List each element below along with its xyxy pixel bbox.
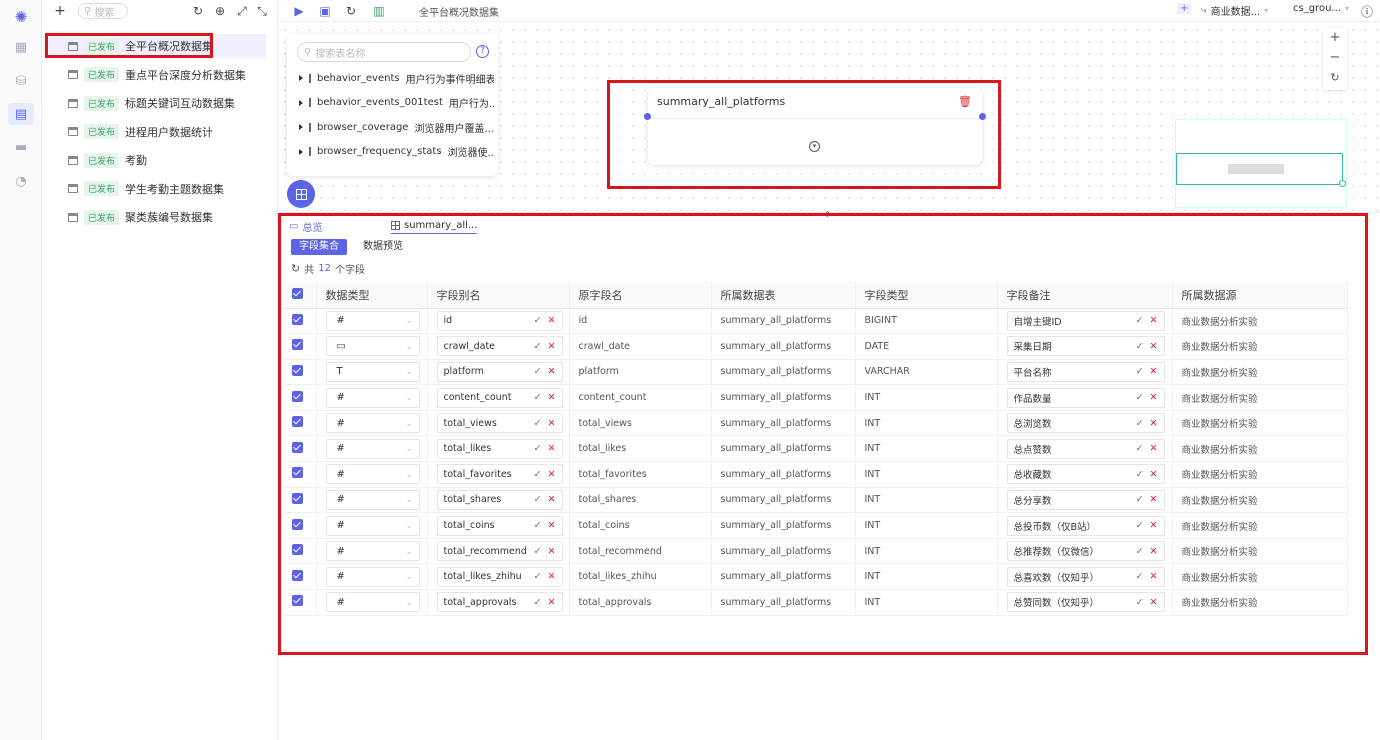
- grid-icon[interactable]: ▦: [8, 36, 34, 58]
- table-icon: [309, 98, 311, 107]
- table-search-input[interactable]: ⚲ 搜索表名称: [297, 42, 471, 62]
- zoom-out-icon[interactable]: −: [1323, 48, 1347, 68]
- chevron-down-icon: ▾: [1344, 4, 1349, 13]
- dataset-item[interactable]: 已发布 重点平台深度分析数据集: [46, 63, 266, 87]
- panel-toolbar: + ⚲ 搜索 ↻ ⊕ ⤢ ⤡: [42, 0, 278, 24]
- table-list-item[interactable]: behavior_events 用户行为事件明细表: [299, 69, 494, 87]
- search-icon: ⚲: [84, 5, 92, 17]
- collapse-icon[interactable]: ⤡: [254, 3, 270, 19]
- canvas-toolbar: ▶ ▣ ↻ ▥ 全平台概况数据集 + ⤷ 商业数据... ▾ cs_grou..…: [279, 0, 1380, 22]
- dataset-icon: [68, 184, 78, 193]
- table-desc: 浏览器使...: [447, 148, 494, 159]
- dataset-name: 学生考勤主题数据集: [125, 182, 225, 196]
- dataset-icon: [68, 98, 78, 108]
- table-name: browser_coverage: [317, 121, 409, 133]
- info-icon[interactable]: ⓘ: [1361, 3, 1373, 20]
- minimap[interactable]: [1175, 119, 1347, 208]
- caret-right-icon[interactable]: [299, 75, 303, 81]
- highlight-box-fields: [278, 213, 1368, 655]
- caret-right-icon[interactable]: [299, 148, 303, 155]
- highlight-box-dataset: [45, 33, 213, 58]
- chart-icon[interactable]: ▥: [371, 3, 387, 19]
- datasource-select[interactable]: ⤷ 商业数据... ▾: [1201, 3, 1268, 18]
- group-select[interactable]: cs_grou... ▾: [1293, 3, 1349, 14]
- dataset-item[interactable]: 已发布 聚类蔟编号数据集: [46, 205, 266, 229]
- status-badge: 已发布: [84, 209, 120, 225]
- table-icon: [309, 73, 311, 83]
- search-placeholder: 搜索: [94, 7, 115, 19]
- left-rail: ✺ ▦ ⛁ ▤ ▬ ◔: [0, 0, 42, 740]
- dataset-title: 全平台概况数据集: [419, 8, 499, 19]
- table-icon: [309, 122, 312, 132]
- dataset-icon: [68, 155, 78, 165]
- table-name: behavior_events: [317, 72, 400, 84]
- dataset-name: 考勤: [125, 154, 148, 167]
- table-chooser: ⚲ 搜索表名称 ? behavior_events 用户行为事件明细表 behavi…: [287, 34, 498, 176]
- table-icon: [309, 147, 311, 156]
- minimap-handle[interactable]: [1339, 180, 1346, 187]
- dataset-icon: [68, 70, 78, 79]
- table-desc: 用户行为...: [448, 99, 494, 110]
- save-icon[interactable]: ▣: [317, 3, 333, 19]
- help-icon[interactable]: ?: [476, 45, 489, 58]
- dataset-icon[interactable]: ▤: [8, 103, 34, 125]
- zoom-controls: + − ↻: [1323, 28, 1347, 90]
- status-badge: 已发布: [84, 152, 120, 168]
- add-icon[interactable]: +: [52, 3, 68, 19]
- add-table-button[interactable]: [287, 180, 315, 208]
- reset-view-icon[interactable]: ↻: [1323, 68, 1347, 88]
- table-name: browser_frequency_stats: [317, 146, 442, 157]
- table-list-item[interactable]: browser_frequency_stats 浏览器使...: [299, 143, 494, 161]
- status-badge: 已发布: [84, 124, 120, 139]
- group-value: cs_grou...: [1293, 3, 1341, 14]
- zoom-in-icon[interactable]: +: [1323, 28, 1347, 48]
- search-icon: ⚲: [304, 46, 312, 58]
- clock-icon[interactable]: ◔: [8, 170, 34, 192]
- database-icon[interactable]: ⛁: [8, 70, 34, 92]
- dataset-name: 重点平台深度分析数据集: [125, 68, 247, 82]
- refresh-icon[interactable]: ↻: [190, 3, 206, 19]
- dataset-icon: [68, 127, 78, 136]
- dataset-icon: [68, 212, 78, 222]
- table-list-item[interactable]: browser_coverage 浏览器用户覆盖...: [299, 118, 494, 136]
- dataset-name: 进程用户数据统计: [125, 125, 214, 139]
- table-list-item[interactable]: behavior_events_001test 用户行为...: [299, 94, 494, 112]
- sync-icon[interactable]: ↻: [343, 3, 359, 19]
- status-badge: 已发布: [84, 95, 120, 111]
- dataset-item[interactable]: 已发布 考勤: [46, 148, 266, 172]
- dataset-item[interactable]: 已发布 学生考勤主题数据集: [46, 177, 266, 201]
- table-desc: 浏览器用户覆盖...: [414, 123, 494, 135]
- caret-right-icon[interactable]: [299, 124, 303, 130]
- status-badge: 已发布: [84, 181, 120, 196]
- table-name: behavior_events_001test: [317, 97, 443, 108]
- minimap-node: [1228, 164, 1284, 174]
- run-icon[interactable]: ▶: [291, 3, 307, 19]
- table-desc: 用户行为事件明细表: [405, 74, 494, 86]
- datasource-value: 商业数据...: [1210, 7, 1261, 18]
- dataset-panel: + ⚲ 搜索 ↻ ⊕ ⤢ ⤡ 已发布 全平台概况数据集 已发布 重点平台深度分析数据集…: [42, 0, 278, 740]
- status-badge: 已发布: [84, 67, 120, 82]
- dataset-name: 标题关键词互动数据集: [125, 97, 236, 110]
- folder-icon[interactable]: ▬: [8, 136, 34, 158]
- table-icon: [295, 188, 307, 200]
- expand-icon[interactable]: ⤢: [234, 3, 250, 19]
- highlight-box-node: [607, 80, 1001, 189]
- dataset-item[interactable]: 已发布 进程用户数据统计: [46, 120, 266, 144]
- add-source-button[interactable]: +: [1177, 3, 1192, 14]
- dataset-search-input[interactable]: ⚲ 搜索: [78, 3, 128, 19]
- table-search-placeholder: 搜索表名称: [315, 48, 366, 60]
- logo-icon[interactable]: ✺: [8, 6, 34, 28]
- dataset-item[interactable]: 已发布 标题关键词互动数据集: [46, 91, 266, 115]
- caret-right-icon[interactable]: [299, 99, 303, 106]
- datasource-icon: ⤷: [1201, 5, 1207, 16]
- locate-icon[interactable]: ⊕: [212, 3, 228, 19]
- dataset-name: 聚类蔟编号数据集: [125, 211, 214, 224]
- chevron-down-icon: ▾: [1264, 6, 1269, 15]
